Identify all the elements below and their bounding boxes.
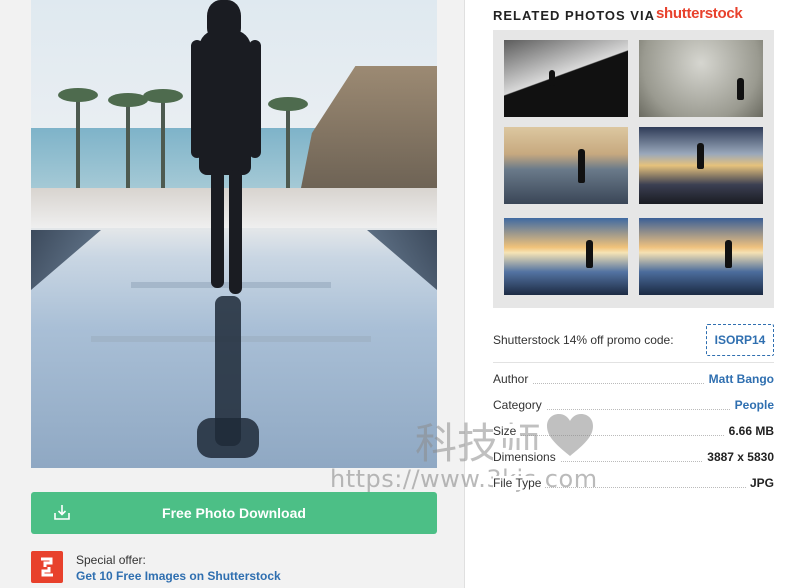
thumb-silhouette xyxy=(737,78,744,100)
thumb-silhouette xyxy=(549,70,555,86)
category-link[interactable]: People xyxy=(730,398,774,412)
photo-palm-top xyxy=(268,97,308,111)
related-thumb[interactable] xyxy=(639,127,763,204)
related-thumb[interactable] xyxy=(639,218,763,295)
photo-hut xyxy=(301,66,437,188)
meta-label: Category xyxy=(493,398,546,412)
photo-palm xyxy=(161,96,165,190)
photo-palm xyxy=(126,100,130,190)
related-thumb[interactable] xyxy=(504,127,628,204)
promo-separator xyxy=(493,362,774,363)
special-offer-link[interactable]: Get 10 Free Images on Shutterstock xyxy=(76,569,281,583)
thumb-silhouette xyxy=(586,240,593,268)
photo-floor-left xyxy=(31,230,101,290)
photo-palm xyxy=(286,104,290,190)
related-thumb[interactable] xyxy=(504,218,628,295)
shutterstock-brand-link[interactable]: shutterstock xyxy=(656,5,743,22)
meta-value: 6.66 MB xyxy=(724,424,774,438)
meta-row-author: Author Matt Bango xyxy=(493,372,774,390)
photo-figure-arm xyxy=(191,40,203,158)
photo-floor-right xyxy=(367,230,437,290)
photo-palm xyxy=(76,95,80,190)
special-offer-title: Special offer: xyxy=(76,553,146,567)
main-photo xyxy=(31,0,437,468)
related-thumb[interactable] xyxy=(504,40,628,117)
related-thumb[interactable] xyxy=(639,40,763,117)
photo-palm-top xyxy=(108,93,148,107)
thumb-silhouette xyxy=(578,149,585,183)
download-label: Free Photo Download xyxy=(162,505,306,521)
promo-code-box[interactable]: ISORP14 xyxy=(706,324,774,356)
watermark-url: https://www.3kjs.com xyxy=(330,465,598,493)
photo-palm-top xyxy=(58,88,98,102)
photo-figure-leg xyxy=(229,170,242,294)
author-link[interactable]: Matt Bango xyxy=(704,372,774,386)
column-divider xyxy=(464,0,465,588)
meta-value: 3887 x 5830 xyxy=(703,450,774,464)
photo-reflection xyxy=(197,418,259,458)
meta-label: Size xyxy=(493,424,521,438)
promo-code-label: Shutterstock 14% off promo code: xyxy=(493,333,674,347)
shutterstock-logo-icon xyxy=(31,551,63,583)
thumb-silhouette xyxy=(725,240,732,268)
photo-figure-arm xyxy=(249,40,261,158)
meta-label: Author xyxy=(493,372,533,386)
photo-figure-leg xyxy=(211,170,224,288)
free-photo-download-button[interactable]: Free Photo Download xyxy=(31,492,437,534)
related-photos-grid xyxy=(493,30,774,308)
photo-palm-top xyxy=(143,89,183,103)
download-icon xyxy=(54,505,70,520)
meta-label: File Type xyxy=(493,476,546,490)
related-photos-heading: RELATED PHOTOS VIA xyxy=(493,8,655,23)
meta-label: Dimensions xyxy=(493,450,560,464)
meta-value: JPG xyxy=(745,476,774,490)
photo-figure-body xyxy=(199,30,251,175)
thumb-silhouette xyxy=(697,143,704,169)
